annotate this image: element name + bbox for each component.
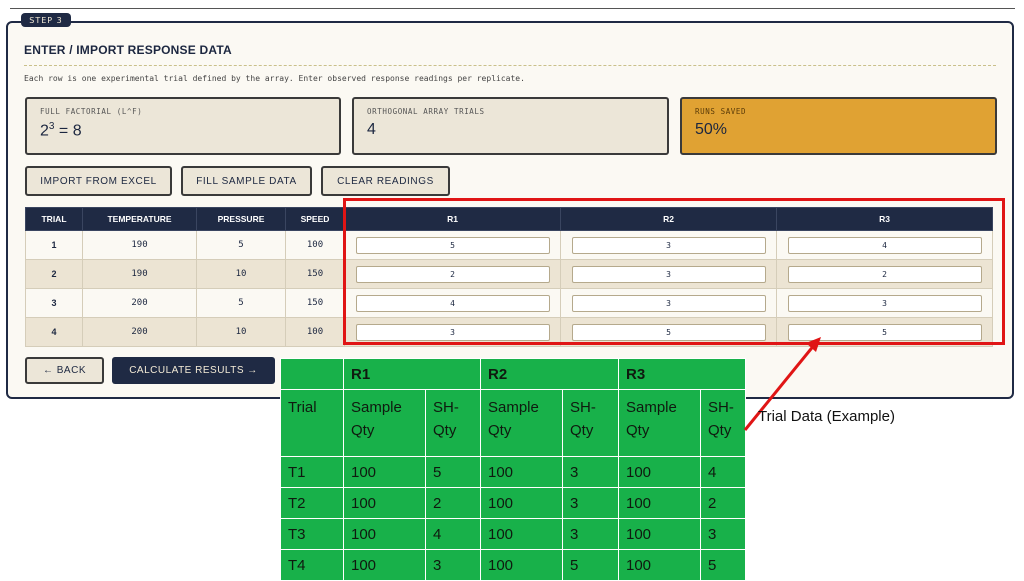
- example-caption: Trial Data (Example): [758, 408, 895, 425]
- callout-arrow: [743, 337, 821, 431]
- callout-arrow-head: [806, 337, 821, 352]
